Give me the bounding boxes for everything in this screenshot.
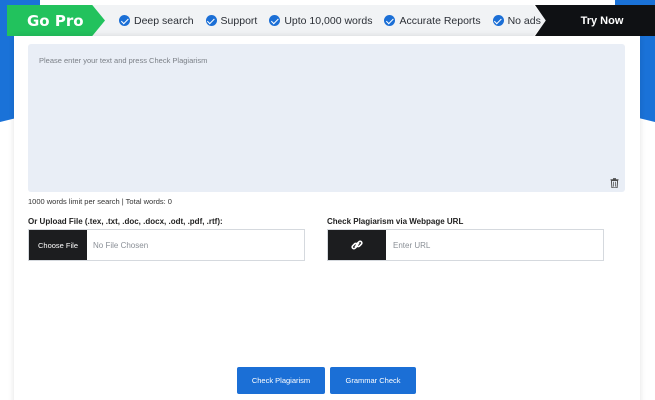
- check-circle-icon: [492, 15, 504, 26]
- feature-item: No ads: [492, 14, 541, 27]
- url-field: [327, 229, 604, 261]
- url-label: Check Plagiarism via Webpage URL: [327, 217, 464, 226]
- text-input[interactable]: [28, 44, 625, 192]
- go-pro-badge[interactable]: Go Pro: [7, 5, 105, 36]
- link-icon: [351, 240, 363, 250]
- file-upload-field: Choose File No File Chosen: [28, 229, 305, 261]
- feature-label: Accurate Reports: [399, 14, 481, 27]
- feature-item: Upto 10,000 words: [269, 15, 372, 27]
- feature-item: Accurate Reports: [384, 14, 481, 27]
- trash-icon[interactable]: [610, 178, 619, 188]
- feature-label: Support: [220, 14, 258, 27]
- plagiarism-checker-card: 1000 words limit per search | Total word…: [14, 36, 640, 400]
- upload-label: Or Upload File (.tex, .txt, .doc, .docx,…: [28, 217, 223, 226]
- choose-file-button[interactable]: Choose File: [29, 230, 87, 260]
- feature-item: Deep search: [119, 15, 194, 27]
- check-circle-icon: [119, 15, 130, 26]
- promo-banner: Go Pro Deep search Support Upto 10,000 w…: [7, 5, 655, 36]
- check-plagiarism-button[interactable]: Check Plagiarism: [237, 367, 325, 394]
- feature-label: Upto 10,000 words: [284, 14, 373, 27]
- file-status: No File Chosen: [93, 240, 149, 250]
- grammar-check-button[interactable]: Grammar Check: [330, 367, 416, 394]
- try-now-button[interactable]: Try Now: [535, 5, 655, 36]
- check-circle-icon: [269, 15, 281, 26]
- check-circle-icon: [384, 15, 396, 26]
- feature-list: Deep search Support Upto 10,000 words Ac…: [119, 5, 553, 36]
- word-counter: 1000 words limit per search | Total word…: [28, 197, 172, 206]
- feature-label: Deep search: [134, 14, 194, 27]
- feature-label: No ads: [507, 14, 541, 27]
- check-circle-icon: [205, 15, 217, 26]
- link-icon-box: [328, 230, 386, 260]
- url-input[interactable]: [386, 230, 603, 260]
- feature-item: Support: [205, 14, 258, 27]
